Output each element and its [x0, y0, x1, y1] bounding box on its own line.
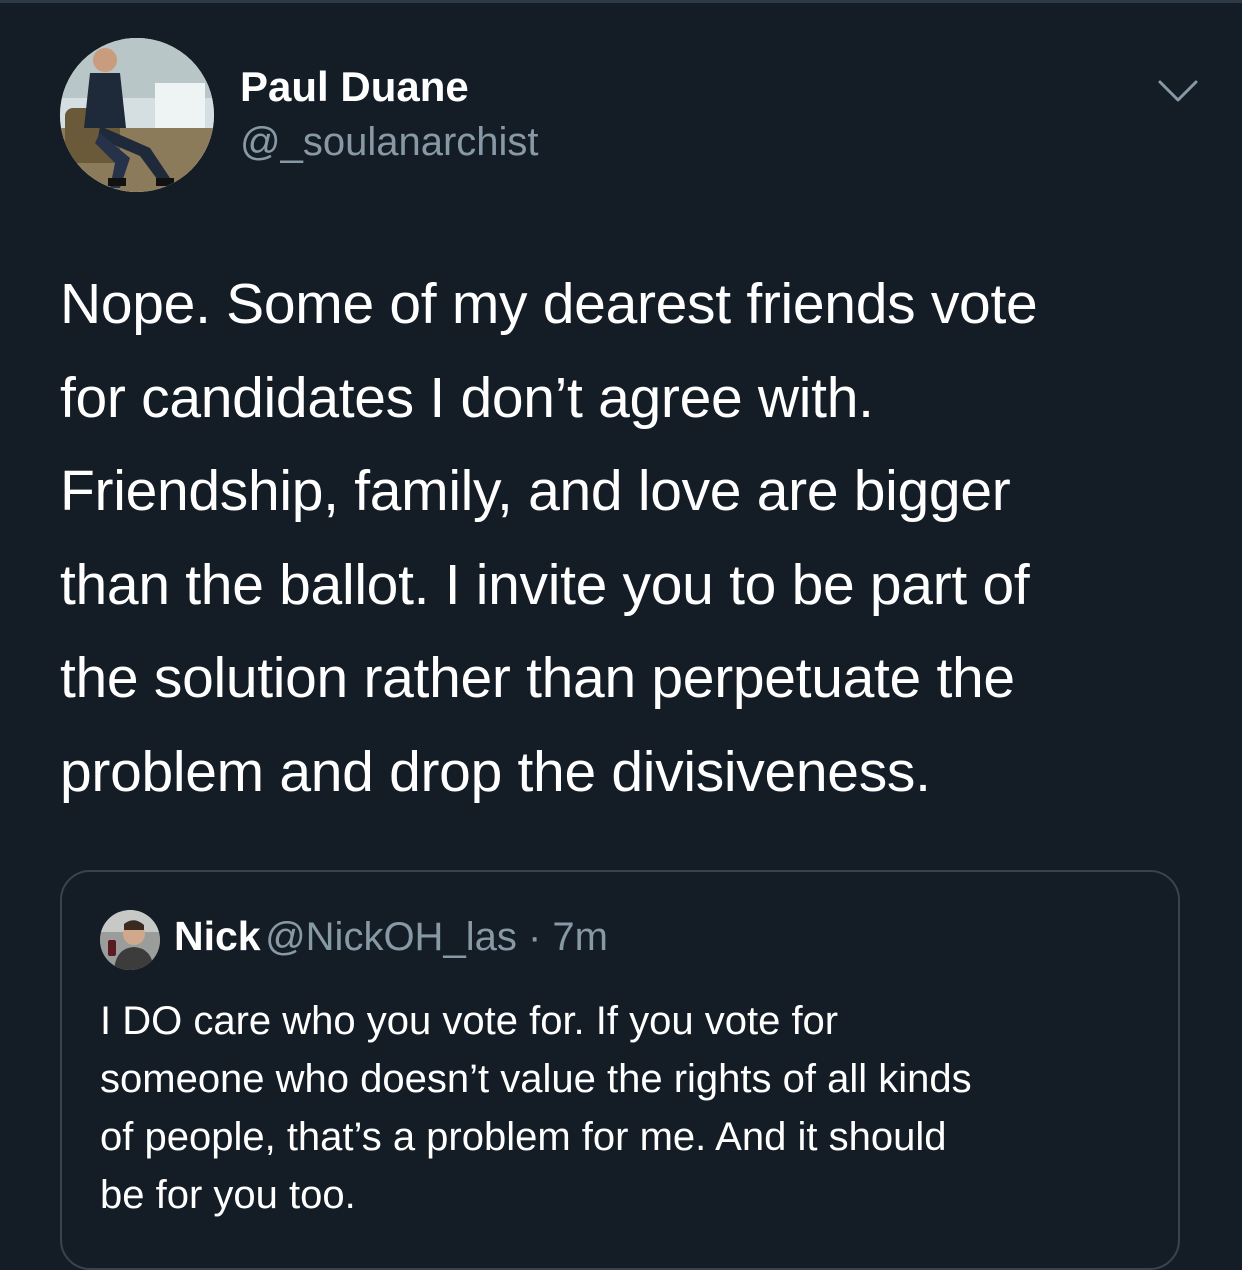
tweet-header: Paul Duane @_soulanarchist — [60, 38, 1200, 194]
quoted-text-line: someone who doesn’t value the rights of … — [100, 1057, 972, 1101]
avatar-photo — [60, 38, 214, 192]
quoted-author-name[interactable]: Nick — [174, 913, 261, 959]
quoted-avatar-photo — [100, 910, 160, 970]
tweet-text: Nope. Some of my dearest friends vote fo… — [60, 258, 1200, 819]
quoted-text-line: be for you too. — [100, 1173, 356, 1217]
tweet-text-line: than the ballot. I invite you to be part… — [60, 552, 1030, 617]
chevron-down-icon[interactable] — [1156, 76, 1200, 106]
quoted-author-handle[interactable]: @NickOH_las — [265, 915, 528, 959]
quoted-text-line: I DO care who you vote for. If you vote … — [100, 999, 839, 1043]
tweet-text-line: Nope. Some of my dearest friends vote — [60, 272, 1038, 336]
tweet-text-line: for candidates I don’t agree with. — [60, 365, 874, 430]
quoted-tweet-text: I DO care who you vote for. If you vote … — [100, 992, 1160, 1224]
top-divider — [0, 0, 1242, 3]
tweet-text-line: the solution rather than perpetuate the — [60, 646, 1015, 710]
author-handle[interactable]: @_soulanarchist — [240, 122, 539, 162]
quoted-tweet-time: 7m — [541, 915, 608, 959]
quoted-tweet[interactable]: Nick @NickOH_las · 7m I DO care who you … — [60, 870, 1180, 1270]
tweet-text-line: problem and drop the divisiveness. — [60, 739, 931, 804]
tweet-text-line: Friendship, family, and love are bigger — [60, 459, 1011, 523]
author-avatar[interactable] — [60, 38, 214, 192]
quoted-author-avatar[interactable] — [100, 910, 160, 970]
author-name[interactable]: Paul Duane — [240, 66, 469, 108]
quoted-text-line: of people, that’s a problem for me. And … — [100, 1115, 947, 1159]
quoted-tweet-meta: Nick @NickOH_las · 7m — [174, 913, 608, 959]
meta-separator: · — [527, 915, 542, 959]
